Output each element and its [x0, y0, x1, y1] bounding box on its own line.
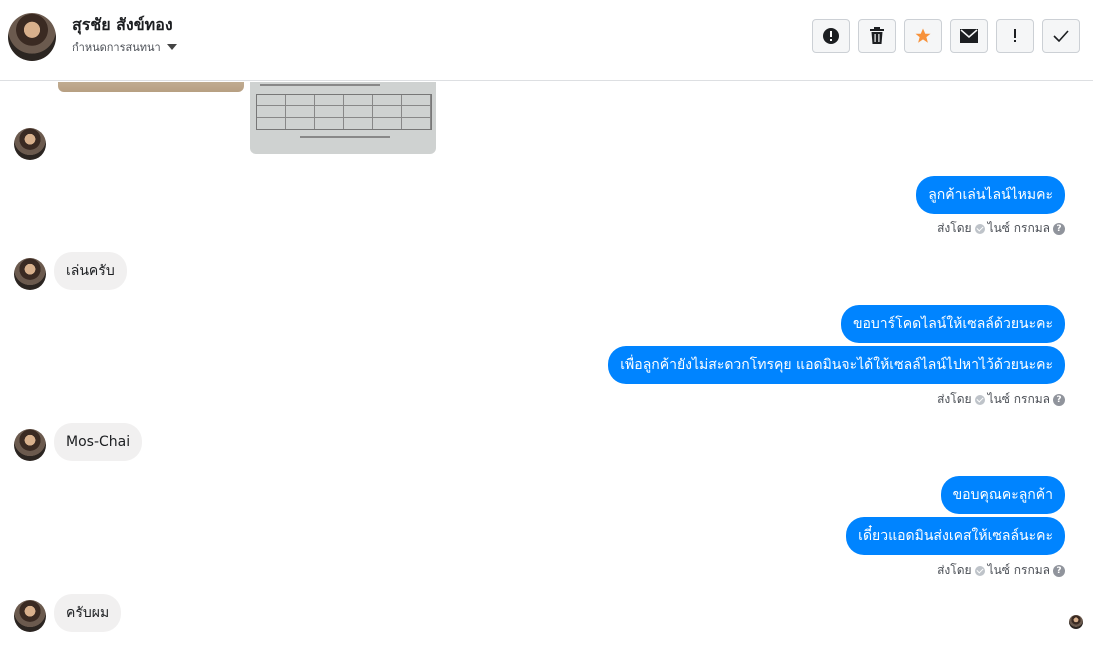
- sender-name: ไนซ์ กรกมล: [987, 221, 1050, 235]
- help-icon[interactable]: ?: [1053, 564, 1065, 577]
- contact-avatar[interactable]: [14, 600, 46, 632]
- conversation-header: สุรชัย สังข์ทอง กำหนดการสนทนา: [0, 0, 1093, 81]
- outgoing-message[interactable]: ขอบคุณคะลูกค้า: [940, 476, 1065, 514]
- mark-done-button[interactable]: [1042, 19, 1080, 53]
- outgoing-message[interactable]: เพื่อลูกค้ายังไม่สะดวกโทรคุย แอดมินจะได้…: [608, 346, 1065, 384]
- toolbar: [812, 19, 1080, 53]
- incoming-message[interactable]: เล่นครับ: [54, 252, 127, 290]
- assign-conversation-dropdown[interactable]: กำหนดการสนทนา: [72, 38, 177, 56]
- help-icon[interactable]: ?: [1053, 393, 1065, 406]
- verified-icon: [974, 223, 985, 234]
- caret-down-icon: [166, 44, 177, 50]
- assign-label: กำหนดการสนทนา: [72, 41, 161, 54]
- document-line: [300, 136, 390, 138]
- attached-photo[interactable]: [58, 82, 244, 92]
- mail-icon: [960, 29, 978, 43]
- sender-name: ไนซ์ กรกมล: [987, 563, 1050, 577]
- document-line: [260, 84, 380, 86]
- contact-avatar[interactable]: [14, 258, 46, 290]
- sent-by-info: ส่งโดย ไนซ์ กรกมล ?: [937, 390, 1065, 409]
- exclamation-icon: [1014, 29, 1016, 42]
- outgoing-message[interactable]: เดี๋ยวแอดมินส่งเคสให้เซลล์นะคะ: [846, 517, 1065, 555]
- trash-icon: [870, 27, 884, 44]
- contact-avatar[interactable]: [14, 429, 46, 461]
- verified-icon: [974, 394, 985, 405]
- attached-document-photo[interactable]: [250, 82, 436, 154]
- sent-by-info: ส่งโดย ไนซ์ กรกมล ?: [937, 561, 1065, 580]
- contact-avatar[interactable]: [14, 128, 46, 160]
- sent-by-info: ส่งโดย ไนซ์ กรกมล ?: [937, 219, 1065, 238]
- sent-by-label: ส่งโดย: [937, 563, 972, 577]
- document-table: [256, 94, 432, 130]
- sender-name: ไนซ์ กรกมล: [987, 392, 1050, 406]
- message-thread[interactable]: ลูกค้าเล่นไลน์ไหมคะ ส่งโดย ไนซ์ กรกมล ? …: [0, 82, 1093, 655]
- follow-up-button[interactable]: [996, 19, 1034, 53]
- outgoing-message[interactable]: ขอบาร์โคดไลน์ให้เซลล์ด้วยนะคะ: [840, 305, 1065, 343]
- check-icon: [1053, 30, 1069, 42]
- verified-icon: [974, 565, 985, 576]
- sent-by-label: ส่งโดย: [937, 221, 972, 235]
- outgoing-message[interactable]: ลูกค้าเล่นไลน์ไหมคะ: [916, 176, 1065, 214]
- help-icon[interactable]: ?: [1053, 222, 1065, 235]
- seen-receipt-avatar: [1069, 615, 1083, 629]
- star-button[interactable]: [904, 19, 942, 53]
- contact-name[interactable]: สุรชัย สังข์ทอง: [72, 13, 173, 38]
- delete-button[interactable]: [858, 19, 896, 53]
- sent-by-label: ส่งโดย: [937, 392, 972, 406]
- mark-spam-button[interactable]: [812, 19, 850, 53]
- contact-avatar[interactable]: [8, 13, 56, 61]
- mark-unread-button[interactable]: [950, 19, 988, 53]
- incoming-message[interactable]: Mos-Chai: [54, 423, 143, 461]
- incoming-message[interactable]: ครับผม: [54, 594, 122, 632]
- star-icon: [915, 28, 931, 43]
- alert-icon: [823, 28, 839, 44]
